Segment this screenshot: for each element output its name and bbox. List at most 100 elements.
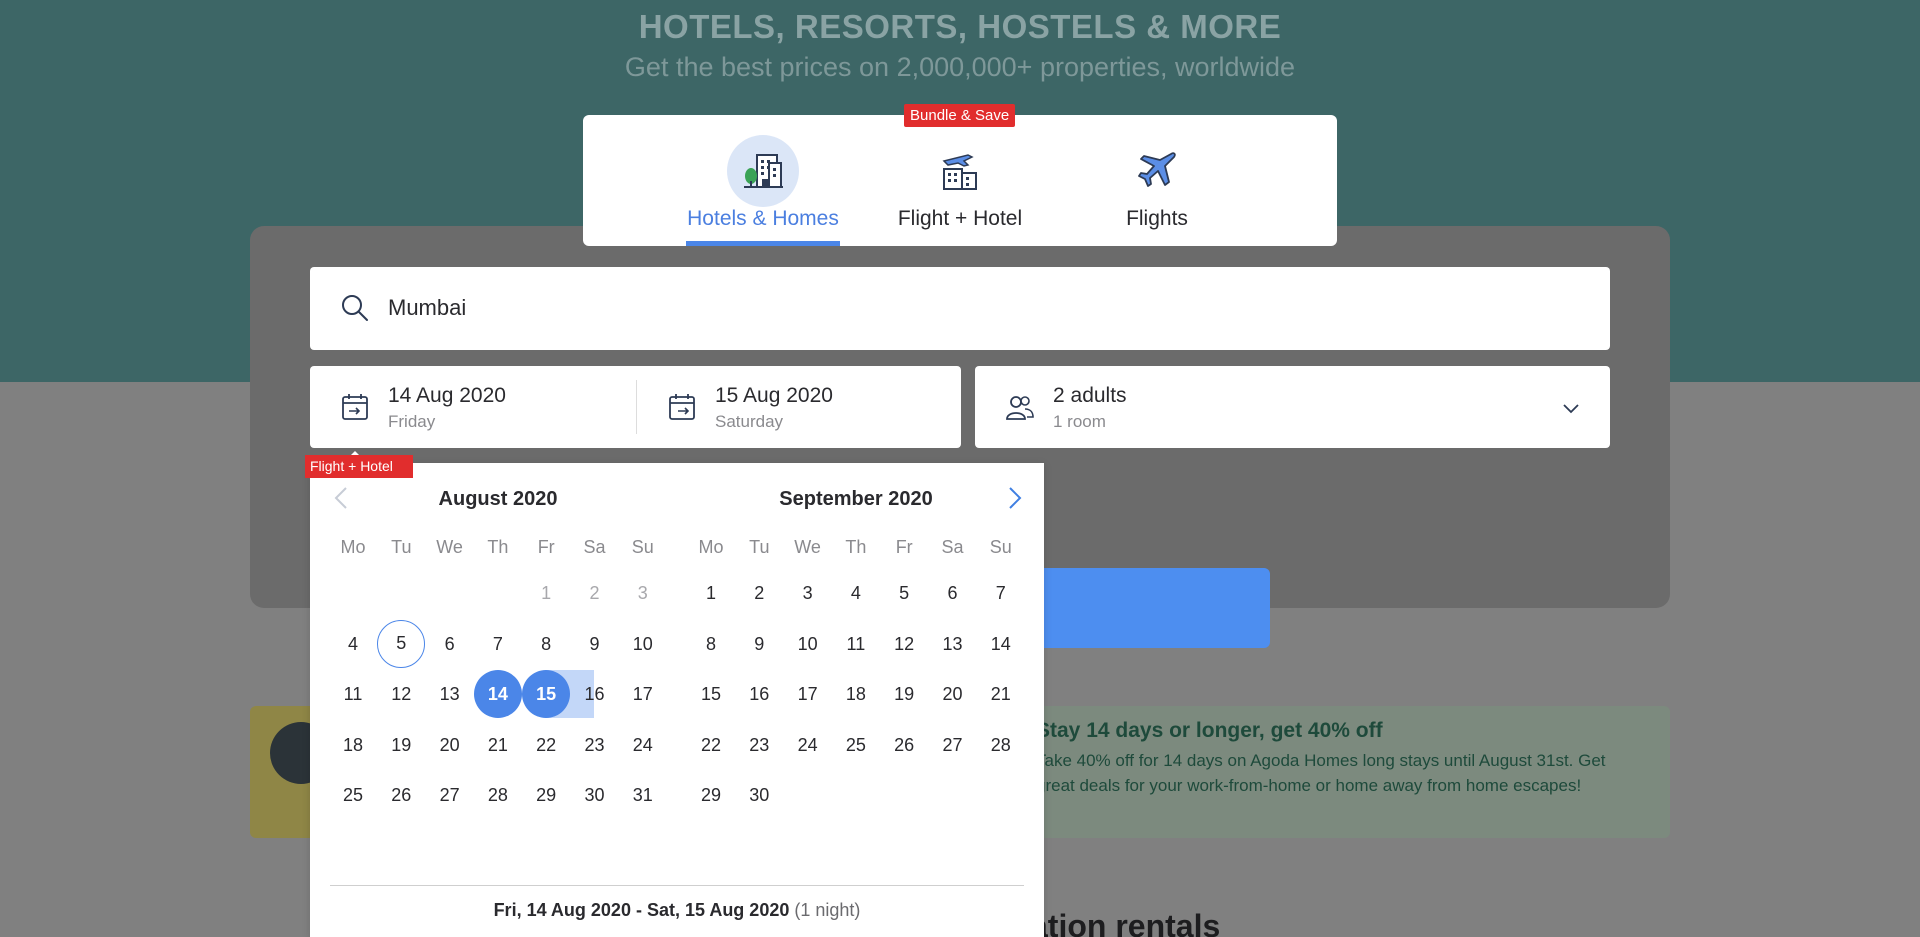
picker-divider xyxy=(330,885,1024,886)
weekday-label: Fr xyxy=(537,537,555,557)
calendar-day[interactable]: 28 xyxy=(977,721,1025,769)
promo-text: Take 40% off for 14 days on Agoda Homes … xyxy=(1036,751,1606,795)
calendar-day[interactable]: 9 xyxy=(735,620,783,668)
destination-value[interactable]: Mumbai xyxy=(388,295,466,321)
calendar-day[interactable]: 10 xyxy=(784,620,832,668)
calendar-day[interactable]: 7 xyxy=(474,620,522,668)
prev-month-button[interactable] xyxy=(328,484,356,512)
checkin-date: 14 Aug 2020 xyxy=(388,384,506,407)
calendar-day[interactable]: 30 xyxy=(571,771,619,819)
calendar-day[interactable]: 13 xyxy=(929,620,977,668)
month-title-september: September 2020 xyxy=(779,488,933,510)
calendar-day[interactable]: 15 xyxy=(687,670,735,718)
calendar-day[interactable]: 21 xyxy=(977,670,1025,718)
flight-hotel-icon xyxy=(924,135,996,207)
calendar-day[interactable]: 24 xyxy=(619,721,667,769)
calendar-day[interactable]: 20 xyxy=(929,670,977,718)
bundle-save-badge: Bundle & Save xyxy=(904,104,1016,127)
calendar-day[interactable]: 6 xyxy=(426,620,474,668)
chevron-down-icon xyxy=(1562,401,1580,419)
hero-subtitle: Get the best prices on 2,000,000+ proper… xyxy=(624,52,1296,82)
chevron-right-icon xyxy=(1009,487,1022,509)
promo-title: Stay 14 days or longer, get 40% off xyxy=(1036,719,1383,742)
calendar-day[interactable]: 17 xyxy=(619,670,667,718)
weekday-label: Tu xyxy=(749,537,770,557)
weekday-label: Mo xyxy=(340,537,366,557)
calendar-day[interactable]: 29 xyxy=(522,771,570,819)
calendar-day[interactable]: 26 xyxy=(377,771,425,819)
weekday-label: Th xyxy=(487,537,509,557)
calendar-day[interactable]: 13 xyxy=(426,670,474,718)
calendar-day[interactable]: 22 xyxy=(687,721,735,769)
calendar-day[interactable]: 29 xyxy=(687,771,735,819)
calendar-day[interactable]: 27 xyxy=(929,721,977,769)
tab-hotels-homes[interactable]: Hotels & Homes xyxy=(683,115,843,246)
calendar-day[interactable]: 3 xyxy=(784,569,832,617)
calendar-day[interactable]: 25 xyxy=(832,721,880,769)
calendar-day[interactable]: 21 xyxy=(474,721,522,769)
calendar-day[interactable]: 1 xyxy=(687,569,735,617)
calendar-day[interactable]: 17 xyxy=(784,670,832,718)
calendar-day[interactable]: 12 xyxy=(377,670,425,718)
calendar-day[interactable]: 11 xyxy=(832,620,880,668)
calendar-day[interactable]: 23 xyxy=(571,721,619,769)
calendar-day[interactable]: 18 xyxy=(329,721,377,769)
calendar-day[interactable]: 8 xyxy=(687,620,735,668)
calendar-day[interactable]: 7 xyxy=(977,569,1025,617)
calendar-day[interactable]: 12 xyxy=(880,620,928,668)
selected-range-text: Fri, 14 Aug 2020 - Sat, 15 Aug 2020 xyxy=(493,900,790,920)
section-heading: ation rentals xyxy=(1030,908,1221,937)
calendar-day[interactable]: 23 xyxy=(735,721,783,769)
tab-label: Flight + Hotel xyxy=(897,207,1023,230)
calendar-day[interactable]: 15 xyxy=(522,670,571,718)
checkout-field[interactable]: 15 Aug 2020 Saturday xyxy=(637,366,957,448)
calendar-day[interactable]: 26 xyxy=(880,721,928,769)
destination-field[interactable]: Mumbai xyxy=(310,267,1610,350)
calendar-day[interactable]: 4 xyxy=(329,620,377,668)
picker-summary: Fri, 14 Aug 2020 - Sat, 15 Aug 2020 (1 n… xyxy=(310,900,1044,921)
calendar-day[interactable]: 31 xyxy=(619,771,667,819)
calendar-day[interactable]: 4 xyxy=(832,569,880,617)
calendar-day[interactable]: 19 xyxy=(880,670,928,718)
checkin-field[interactable]: 14 Aug 2020 Friday xyxy=(310,366,630,448)
calendar-day[interactable]: 16 xyxy=(735,670,783,718)
calendar-day[interactable]: 18 xyxy=(832,670,880,718)
weekday-label: We xyxy=(436,537,463,557)
promo-card[interactable]: Stay 14 days or longer, get 40% off Take… xyxy=(1030,706,1670,838)
calendar-day[interactable]: 5 xyxy=(880,569,928,617)
tab-active-indicator xyxy=(686,241,840,246)
calendar-day[interactable]: 10 xyxy=(619,620,667,668)
calendar-day[interactable]: 30 xyxy=(735,771,783,819)
tab-flight-hotel[interactable]: Flight + Hotel xyxy=(880,115,1040,246)
calendar-day[interactable]: 19 xyxy=(377,721,425,769)
calendar-day[interactable]: 14 xyxy=(473,670,522,718)
calendar-day[interactable]: 5 xyxy=(377,620,426,668)
calendar-day[interactable]: 16 xyxy=(571,670,619,718)
calendar-day[interactable]: 25 xyxy=(329,771,377,819)
calendar-day[interactable]: 22 xyxy=(522,721,570,769)
weekday-label: Tu xyxy=(391,537,412,557)
calendar-day[interactable]: 27 xyxy=(426,771,474,819)
calendar-day[interactable]: 8 xyxy=(522,620,570,668)
occupancy-selector[interactable]: 2 adults 1 room xyxy=(975,366,1610,448)
calendar-day[interactable]: 28 xyxy=(474,771,522,819)
calendar-day[interactable]: 11 xyxy=(329,670,377,718)
calendar-day[interactable]: 9 xyxy=(571,620,619,668)
hero-title: HOTELS, RESORTS, HOSTELS & MORE xyxy=(638,8,1282,45)
calendar-day[interactable]: 14 xyxy=(977,620,1025,668)
date-range-field: 14 Aug 2020 Friday 15 Aug 2020 Saturday xyxy=(310,366,961,448)
weekday-label: Sa xyxy=(583,537,606,557)
guest-count: 2 adults xyxy=(1053,384,1127,407)
calendar-day[interactable]: 2 xyxy=(735,569,783,617)
calendar-day: 2 xyxy=(589,583,600,603)
calendar-day[interactable]: 24 xyxy=(784,721,832,769)
tab-flights[interactable]: Flights xyxy=(1077,115,1237,246)
calendar-day[interactable]: 6 xyxy=(929,569,977,617)
weekday-label: We xyxy=(794,537,821,557)
next-month-button[interactable] xyxy=(1000,484,1028,512)
calendar-day[interactable]: 20 xyxy=(426,721,474,769)
weekday-label: Th xyxy=(845,537,867,557)
weekday-label: Sa xyxy=(941,537,964,557)
product-tabs: Hotels & Homes Flight + Hotel Flights Bu… xyxy=(583,104,1337,246)
people-icon xyxy=(1005,394,1035,427)
